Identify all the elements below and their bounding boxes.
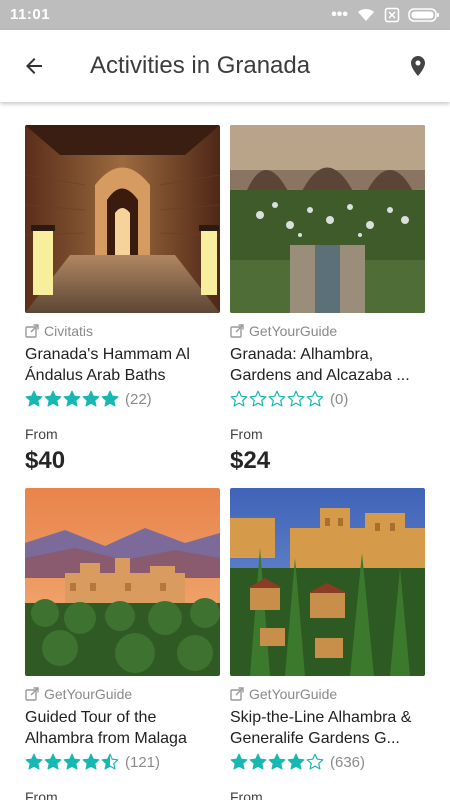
more-dots-icon: ••• bbox=[331, 6, 348, 23]
review-count: (121) bbox=[125, 753, 161, 771]
provider-name: GetYourGuide bbox=[249, 323, 338, 339]
back-button[interactable] bbox=[14, 46, 54, 86]
activity-title: Granada's Hammam Al Ándalus Arab Baths bbox=[25, 346, 190, 384]
battery-icon bbox=[408, 8, 439, 22]
activity-card[interactable]: GetYourGuide Skip-the-Line Alhambra & Ge… bbox=[230, 488, 425, 800]
review-count: (22) bbox=[125, 390, 152, 408]
star-filled-icon bbox=[268, 753, 286, 770]
review-count: (0) bbox=[330, 390, 349, 408]
activity-title: Skip-the-Line Alhambra & Generalife Gard… bbox=[230, 709, 412, 747]
back-arrow-icon bbox=[26, 58, 42, 74]
activity-card[interactable]: GetYourGuide Guided Tour of the Alhambra… bbox=[25, 488, 220, 800]
star-rating bbox=[230, 753, 324, 771]
star-filled-icon bbox=[230, 753, 248, 770]
price: $40 bbox=[25, 447, 66, 474]
map-button[interactable] bbox=[398, 46, 438, 86]
star-empty-icon bbox=[287, 390, 305, 407]
rating: (121) bbox=[25, 752, 160, 772]
star-rating bbox=[25, 753, 119, 771]
from-label: From bbox=[25, 789, 58, 800]
activity-image bbox=[25, 488, 220, 676]
star-filled-icon bbox=[63, 753, 81, 770]
star-empty-icon bbox=[306, 753, 324, 770]
price: $24 bbox=[230, 447, 271, 474]
rating: (0) bbox=[230, 389, 348, 409]
star-filled-icon bbox=[101, 390, 119, 407]
activity-title: Guided Tour of the Alhambra from Malaga bbox=[25, 709, 187, 747]
review-count: (636) bbox=[330, 753, 366, 771]
provider-name: GetYourGuide bbox=[249, 686, 338, 702]
star-filled-icon bbox=[82, 390, 100, 407]
from-label: From bbox=[230, 789, 263, 800]
star-empty-icon bbox=[230, 390, 248, 407]
status-bar: 11:01 ••• bbox=[0, 0, 450, 30]
external-link-icon bbox=[25, 324, 39, 338]
wifi-icon bbox=[358, 8, 374, 21]
star-empty-icon bbox=[306, 390, 324, 407]
status-icons: ••• bbox=[331, 6, 440, 24]
activity-image bbox=[230, 125, 425, 313]
page-title: Activities in Granada bbox=[90, 52, 311, 79]
activity-card[interactable]: GetYourGuide Granada: Alhambra, Gardens … bbox=[230, 125, 425, 474]
activity-image bbox=[25, 125, 220, 313]
activity-card[interactable]: Civitatis Granada's Hammam Al Ándalus Ar… bbox=[25, 125, 220, 474]
star-empty-icon bbox=[268, 390, 286, 407]
status-time: 11:01 bbox=[10, 6, 51, 23]
star-filled-icon bbox=[25, 390, 43, 407]
app-bar: Activities in Granada bbox=[0, 30, 450, 102]
external-link-icon bbox=[230, 687, 244, 701]
provider-link[interactable]: GetYourGuide bbox=[230, 686, 337, 702]
external-link-icon bbox=[25, 687, 39, 701]
star-filled-icon bbox=[25, 753, 43, 770]
star-rating bbox=[230, 390, 324, 408]
map-pin-icon bbox=[411, 56, 425, 76]
star-filled-icon bbox=[44, 753, 62, 770]
provider-name: GetYourGuide bbox=[44, 686, 133, 702]
star-rating bbox=[25, 390, 119, 408]
provider-link[interactable]: GetYourGuide bbox=[230, 323, 337, 339]
star-half-icon bbox=[101, 753, 119, 770]
provider-link[interactable]: Civitatis bbox=[25, 323, 93, 339]
star-filled-icon bbox=[82, 753, 100, 770]
rating: (636) bbox=[230, 752, 365, 772]
provider-link[interactable]: GetYourGuide bbox=[25, 686, 132, 702]
from-label: From bbox=[230, 426, 263, 442]
external-link-icon bbox=[230, 324, 244, 338]
star-filled-icon bbox=[249, 753, 267, 770]
activity-image bbox=[230, 488, 425, 676]
rating: (22) bbox=[25, 389, 152, 409]
star-filled-icon bbox=[63, 390, 81, 407]
no-sim-icon bbox=[384, 7, 400, 23]
star-filled-icon bbox=[44, 390, 62, 407]
star-filled-icon bbox=[287, 753, 305, 770]
star-empty-icon bbox=[249, 390, 267, 407]
from-label: From bbox=[25, 426, 58, 442]
provider-name: Civitatis bbox=[44, 323, 94, 339]
activity-title: Granada: Alhambra, Gardens and Alcazaba … bbox=[230, 346, 410, 384]
